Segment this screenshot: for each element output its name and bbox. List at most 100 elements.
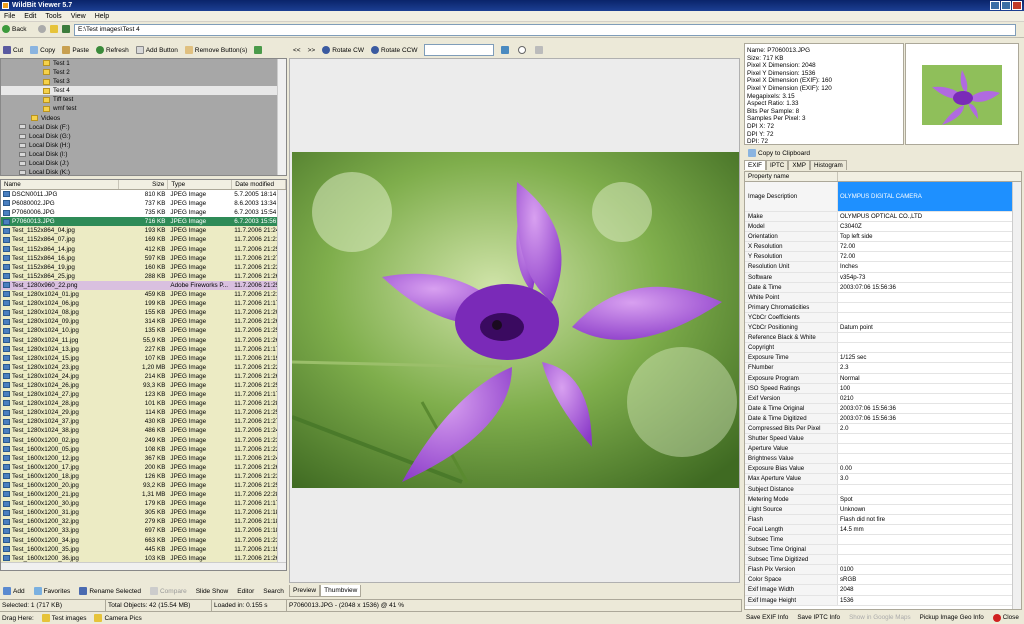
- exif-row[interactable]: Reference Black & White: [745, 333, 1021, 344]
- exif-row[interactable]: Exposure Time 1/125 sec: [745, 353, 1021, 364]
- exif-row[interactable]: Light Source Unknown: [745, 504, 1021, 515]
- compare-button[interactable]: Compare: [149, 587, 187, 595]
- exif-row[interactable]: Flash Flash did not fire: [745, 514, 1021, 525]
- menu-file[interactable]: File: [4, 11, 15, 21]
- exif-row[interactable]: Flash Pix Version 0100: [745, 565, 1021, 576]
- prev-image-button[interactable]: <<: [293, 47, 301, 54]
- favorites-button[interactable]: Favorites: [33, 587, 70, 595]
- file-row[interactable]: Test_1600x1200_32.jpg 279 KB JPEG Image 11.…: [1, 517, 286, 527]
- file-row[interactable]: Test_1600x1200_12.jpg 367 KB JPEG Image 11.…: [1, 453, 286, 463]
- tab-thumbview[interactable]: Thumbview: [320, 585, 362, 597]
- tree-item[interactable]: Local Disk (I:): [1, 150, 286, 159]
- tab-xmp[interactable]: XMP: [788, 160, 810, 170]
- exif-row[interactable]: Exif Image Width 2048: [745, 585, 1021, 596]
- print-button[interactable]: [535, 46, 545, 54]
- tree-item[interactable]: wmf test: [1, 104, 286, 113]
- exif-row[interactable]: YCbCr Positioning Datum point: [745, 323, 1021, 334]
- exif-row[interactable]: Max Aperture Value 3.0: [745, 474, 1021, 485]
- exif-row[interactable]: X Resolution 72.00: [745, 242, 1021, 253]
- exif-row[interactable]: Primary Chromaticities: [745, 302, 1021, 313]
- exif-row[interactable]: Aperture Value: [745, 444, 1021, 455]
- file-row[interactable]: Test_1152x864_19.jpg 160 KB JPEG Image 11.7…: [1, 262, 286, 272]
- menu-help[interactable]: Help: [95, 11, 109, 21]
- file-row[interactable]: Test_1280x960_22.png Adobe Fireworks P...…: [1, 280, 286, 291]
- exif-row[interactable]: Exposure Program Normal: [745, 373, 1021, 384]
- exif-row[interactable]: YCbCr Coefficients: [745, 312, 1021, 324]
- file-row[interactable]: Test_1600x1200_30.jpg 179 KB JPEG Image 11.…: [1, 499, 286, 509]
- col-name[interactable]: Name: [1, 180, 119, 189]
- exif-row[interactable]: Exif Image Height 1536: [745, 595, 1021, 606]
- file-row[interactable]: Test_1600x1200_35.jpg 445 KB JPEG Image 11.…: [1, 544, 286, 554]
- remove-button-button[interactable]: Remove Button(s): [184, 46, 247, 54]
- exif-row[interactable]: Image Description OLYMPUS DIGITAL CAMERA: [745, 182, 1021, 212]
- copy-to-clipboard-button[interactable]: Copy to Clipboard: [748, 149, 810, 157]
- file-list-hscrollbar[interactable]: [1, 562, 286, 570]
- maximize-icon[interactable]: [1001, 1, 1011, 10]
- up-folder-button[interactable]: [50, 24, 60, 36]
- exif-row[interactable]: Shutter Speed Value: [745, 434, 1021, 445]
- exif-row[interactable]: Software v354p-73: [745, 272, 1021, 283]
- exif-row[interactable]: Color Space sRGB: [745, 575, 1021, 586]
- menu-tools[interactable]: Tools: [45, 11, 61, 21]
- file-row[interactable]: Test_1280x1024_01.jpg 459 KB JPEG Image 11.…: [1, 290, 286, 300]
- exif-row[interactable]: Make OLYMPUS OPTICAL CO.,LTD: [745, 212, 1021, 223]
- file-row[interactable]: Test_1280x1024_13.jpg 227 KB JPEG Image 11.…: [1, 344, 286, 354]
- tree-item[interactable]: Test 3: [1, 77, 286, 86]
- file-row[interactable]: Test_1280x1024_06.jpg 199 KB JPEG Image 11.…: [1, 299, 286, 309]
- rotate-ccw-button[interactable]: Rotate CCW: [370, 46, 417, 54]
- tab-exif[interactable]: EXIF: [744, 160, 766, 170]
- exif-row[interactable]: Compressed Bits Per Pixel 2.0: [745, 423, 1021, 435]
- file-row[interactable]: P7060013.JPG 716 KB JPEG Image 6.7.2003 15:…: [1, 217, 286, 227]
- exif-row[interactable]: Subsec Time Original: [745, 545, 1021, 556]
- file-row[interactable]: Test_1280x1024_37.jpg 430 KB JPEG Image 11.…: [1, 417, 286, 427]
- file-list-vscrollbar[interactable]: [277, 190, 286, 562]
- file-row[interactable]: Test_1600x1200_02.jpg 249 KB JPEG Image 11.…: [1, 435, 286, 445]
- exif-row[interactable]: Exif Version 0210: [745, 393, 1021, 404]
- file-row[interactable]: Test_1600x1200_20.jpg 93,2 KB JPEG Image 11…: [1, 481, 286, 491]
- file-row[interactable]: Test_1280x1024_23.jpg 1,20 MB JPEG Image 11…: [1, 362, 286, 372]
- menu-edit[interactable]: Edit: [24, 11, 36, 21]
- exif-row[interactable]: Copyright: [745, 343, 1021, 354]
- drag-target-test-images[interactable]: Test images: [41, 612, 86, 624]
- forward-button[interactable]: [38, 24, 48, 36]
- address-input[interactable]: E:\Test images\Test 4: [74, 24, 1016, 36]
- file-row[interactable]: Test_1280x1024_15.jpg 107 KB JPEG Image 11.…: [1, 353, 286, 363]
- monitor-button[interactable]: [501, 46, 511, 54]
- exif-row[interactable]: Model C3040Z: [745, 222, 1021, 233]
- tree-item[interactable]: Test 1: [1, 59, 286, 68]
- exif-row[interactable]: Brightness Value: [745, 454, 1021, 465]
- show-in-google-maps-button[interactable]: Show in Google Maps: [849, 612, 911, 624]
- file-row[interactable]: Test_1280x1024_08.jpg 155 KB JPEG Image 11.…: [1, 308, 286, 318]
- copy-button[interactable]: Copy: [30, 46, 55, 54]
- file-row[interactable]: Test_1600x1200_18.jpg 126 KB JPEG Image 11.…: [1, 471, 286, 481]
- slideshow-button[interactable]: Slide Show: [196, 588, 229, 595]
- rotate-cw-button[interactable]: Rotate CW: [322, 46, 364, 54]
- file-row[interactable]: P6080002.JPG 737 KB JPEG Image 8.6.2003 13:…: [1, 199, 286, 209]
- exif-row[interactable]: Orientation Top left side: [745, 232, 1021, 243]
- refresh-button[interactable]: Refresh: [95, 46, 129, 54]
- tree-scrollbar[interactable]: [277, 59, 286, 175]
- exif-row[interactable]: Focal Length 14.5 mm: [745, 524, 1021, 535]
- image-viewer[interactable]: [289, 58, 740, 583]
- col-date[interactable]: Date modified: [232, 180, 286, 189]
- save-exif-button[interactable]: Save EXIF Info: [746, 612, 788, 624]
- tree-item[interactable]: Local Disk (H:): [1, 141, 286, 150]
- tree-item[interactable]: Test 2: [1, 68, 286, 77]
- col-value[interactable]: [838, 172, 1013, 181]
- exif-row[interactable]: ISO Speed Ratings 100: [745, 383, 1021, 394]
- zoom-button[interactable]: [518, 46, 528, 54]
- file-row[interactable]: Test_1600x1200_33.jpg 697 KB JPEG Image 11.…: [1, 526, 286, 536]
- search-button[interactable]: Search: [263, 588, 284, 595]
- exif-scrollbar[interactable]: [1012, 182, 1021, 609]
- cut-button[interactable]: Cut: [3, 46, 23, 54]
- file-row[interactable]: Test_1280x1024_38.jpg 486 KB JPEG Image 11.…: [1, 426, 286, 436]
- tab-iptc[interactable]: IPTC: [766, 160, 789, 170]
- tree-item[interactable]: Local Disk (K:): [1, 168, 286, 175]
- file-row[interactable]: DSCN0011.JPG 810 KB JPEG Image 5.7.2005 18:…: [1, 190, 286, 200]
- file-row[interactable]: P7060006.JPG 735 KB JPEG Image 6.7.2003 15:…: [1, 208, 286, 218]
- file-row[interactable]: Test_1152x864_07.jpg 169 KB JPEG Image 11.7…: [1, 235, 286, 245]
- file-row[interactable]: Test_1152x864_25.jpg 288 KB JPEG Image 11.7…: [1, 271, 286, 281]
- tree-item[interactable]: Videos: [1, 114, 286, 123]
- file-row[interactable]: Test_1600x1200_17.jpg 200 KB JPEG Image 11.…: [1, 462, 286, 472]
- rename-selected-button[interactable]: Rename Selected: [79, 587, 141, 595]
